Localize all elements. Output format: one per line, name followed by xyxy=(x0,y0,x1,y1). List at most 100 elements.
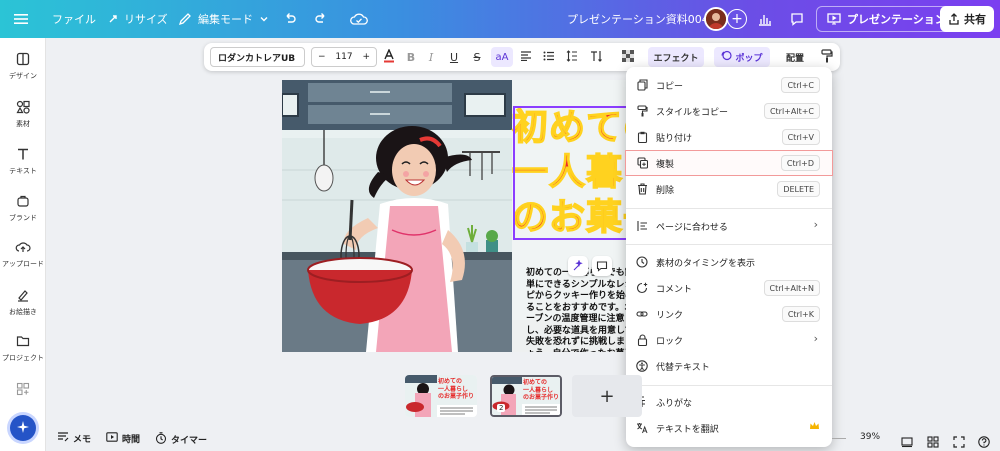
strikethrough-button[interactable]: S xyxy=(468,43,486,71)
sidebar-item-apps[interactable] xyxy=(0,382,46,398)
menu-item-duplicate[interactable]: 複製 Ctrl+D xyxy=(625,150,833,176)
align-button[interactable] xyxy=(517,43,535,71)
underline-button[interactable]: U xyxy=(445,43,463,71)
case-button[interactable]: aA xyxy=(491,47,513,67)
menu-item-label: 複製 xyxy=(656,159,675,170)
help-icon[interactable] xyxy=(978,433,990,448)
timer-button[interactable]: タイマー xyxy=(155,432,207,447)
timing-button[interactable]: 時間 xyxy=(106,432,140,445)
resize-label: リサイズ xyxy=(124,13,168,26)
menu-item-link[interactable]: リンク Ctrl+K xyxy=(626,302,832,326)
cloud-save-status[interactable] xyxy=(350,0,368,38)
text-color-button[interactable] xyxy=(380,43,398,71)
sidebar-item-upload[interactable]: アップロード xyxy=(0,240,46,269)
chevron-right-icon: › xyxy=(813,218,818,231)
design-page[interactable]: 初めての 一人暮らし のお菓子作り 初めての一人暮らしでも簡単にできるシンプルな… xyxy=(282,80,640,352)
menu-item-label: 貼り付け xyxy=(656,133,693,144)
shortcut-badge: Ctrl+Alt+N xyxy=(763,280,820,296)
page-thumbnail-2[interactable]: 初めての 一人暮らし のお菓子作り 2 xyxy=(490,375,562,417)
add-page-button[interactable]: + xyxy=(572,375,642,417)
menu-item-furigana[interactable]: ふりがな xyxy=(626,390,832,414)
zoom-slider[interactable] xyxy=(832,438,846,439)
vertical-text-icon xyxy=(590,50,604,65)
menu-item-label: スタイルをコピー xyxy=(656,107,729,118)
add-collaborator-button[interactable]: + xyxy=(727,9,747,29)
page-view-icon[interactable] xyxy=(901,433,913,448)
menu-item-fit-page[interactable]: ページに合わせる › xyxy=(626,214,832,238)
menu-item-translate[interactable]: テキストを翻訳 xyxy=(626,416,832,440)
sidebar-item-brand[interactable]: ブランド xyxy=(0,194,46,223)
avatar[interactable] xyxy=(704,7,728,31)
vertical-text-button[interactable] xyxy=(586,43,608,71)
animate-icon xyxy=(721,50,733,64)
font-family-select[interactable]: ロダンカトレアUB xyxy=(210,47,305,67)
magic-edit-icon[interactable] xyxy=(568,256,588,276)
menu-item-comment[interactable]: コメント Ctrl+Alt+N xyxy=(626,276,832,300)
shortcut-badge: Ctrl+C xyxy=(781,77,820,93)
bold-button[interactable]: B xyxy=(402,43,420,71)
font-size-value[interactable]: 117 xyxy=(335,52,352,62)
sidebar-item-design[interactable]: デザイン xyxy=(0,52,46,81)
undo-button[interactable] xyxy=(283,0,297,38)
menu-item-lock[interactable]: ロック › xyxy=(626,328,832,352)
page-number: 2 xyxy=(497,404,506,412)
menu-divider xyxy=(626,385,832,386)
fullscreen-icon[interactable] xyxy=(953,433,965,448)
sidebar-item-elements[interactable]: 素材 xyxy=(0,100,46,129)
hamburger-icon xyxy=(14,13,28,25)
magic-assistant-button[interactable] xyxy=(10,415,36,441)
upload-share-icon xyxy=(948,13,960,25)
document-title[interactable]: プレゼンテーション資料004 xyxy=(567,0,709,38)
italic-button[interactable]: I xyxy=(422,43,440,71)
redo-button[interactable] xyxy=(314,0,328,38)
timer-icon xyxy=(155,432,167,447)
menu-button[interactable] xyxy=(14,0,28,38)
trash-icon xyxy=(636,183,648,195)
share-button[interactable]: 共有 xyxy=(940,6,994,32)
sidebar-item-text[interactable]: テキスト xyxy=(0,147,46,176)
present-label: プレゼンテーション xyxy=(847,13,946,26)
grid-view-icon[interactable] xyxy=(927,433,939,448)
page-thumbnail-1[interactable]: 初めての 一人暮らし のお菓子作り xyxy=(405,375,477,417)
notes-button[interactable]: メモ xyxy=(57,432,91,445)
spacing-button[interactable] xyxy=(563,43,581,71)
case-icon: aA xyxy=(495,51,509,63)
headline-line: 初めての xyxy=(511,106,640,149)
strikethrough-icon: S xyxy=(473,50,481,64)
font-size-decrease[interactable]: − xyxy=(318,52,326,62)
font-name: ロダンカトレアUB xyxy=(218,53,296,64)
thumbnail-headline-line: 一人暮らし xyxy=(438,385,469,393)
menu-item-label: リンク xyxy=(656,310,684,321)
menu-item-copy[interactable]: コピー Ctrl+C xyxy=(626,73,832,97)
menu-item-delete[interactable]: 削除 DELETE xyxy=(626,177,832,201)
menu-item-copy-style[interactable]: スタイルをコピー Ctrl+Alt+C xyxy=(626,99,832,123)
edit-mode-dropdown[interactable]: 編集モード xyxy=(178,0,269,38)
comments-button[interactable] xyxy=(790,0,804,38)
duplicate-icon xyxy=(636,157,648,169)
zoom-level[interactable]: 39% xyxy=(860,432,880,442)
list-button[interactable] xyxy=(540,43,558,71)
headline-text[interactable]: 初めての 一人暮らし のお菓子作り xyxy=(511,105,640,240)
resize-button[interactable]: リサイズ xyxy=(108,0,168,38)
position-label: 配置 xyxy=(785,53,804,64)
sidebar-item-projects[interactable]: プロジェクト xyxy=(0,334,46,363)
animate-button[interactable]: ポップ xyxy=(714,47,770,67)
menu-item-paste[interactable]: 貼り付け Ctrl+V xyxy=(626,125,832,149)
file-menu[interactable]: ファイル xyxy=(52,0,96,38)
comment-add-icon[interactable] xyxy=(592,256,612,276)
insights-button[interactable] xyxy=(758,0,772,38)
body-text[interactable]: 初めての一人暮らしでも簡単にできるシンプルなレシピからクッキー作りを始めることを… xyxy=(526,268,636,352)
effects-button[interactable]: エフェクト xyxy=(648,47,704,67)
menu-item-alt-text[interactable]: 代替テキスト xyxy=(626,354,832,378)
shortcut-badge: Ctrl+V xyxy=(781,129,820,145)
menu-item-show-timing[interactable]: 素材のタイミングを表示 xyxy=(626,250,832,274)
brand-icon xyxy=(16,194,30,210)
sidebar-item-draw[interactable]: お絵描き xyxy=(0,288,46,317)
apps-icon xyxy=(16,382,30,398)
font-size-stepper[interactable]: − 117 + xyxy=(311,47,377,67)
notes-label: メモ xyxy=(73,435,92,445)
share-label: 共有 xyxy=(964,13,986,26)
chevron-down-icon xyxy=(259,14,269,24)
font-size-increase[interactable]: + xyxy=(362,52,370,62)
present-button[interactable]: プレゼンテーション xyxy=(816,6,957,32)
